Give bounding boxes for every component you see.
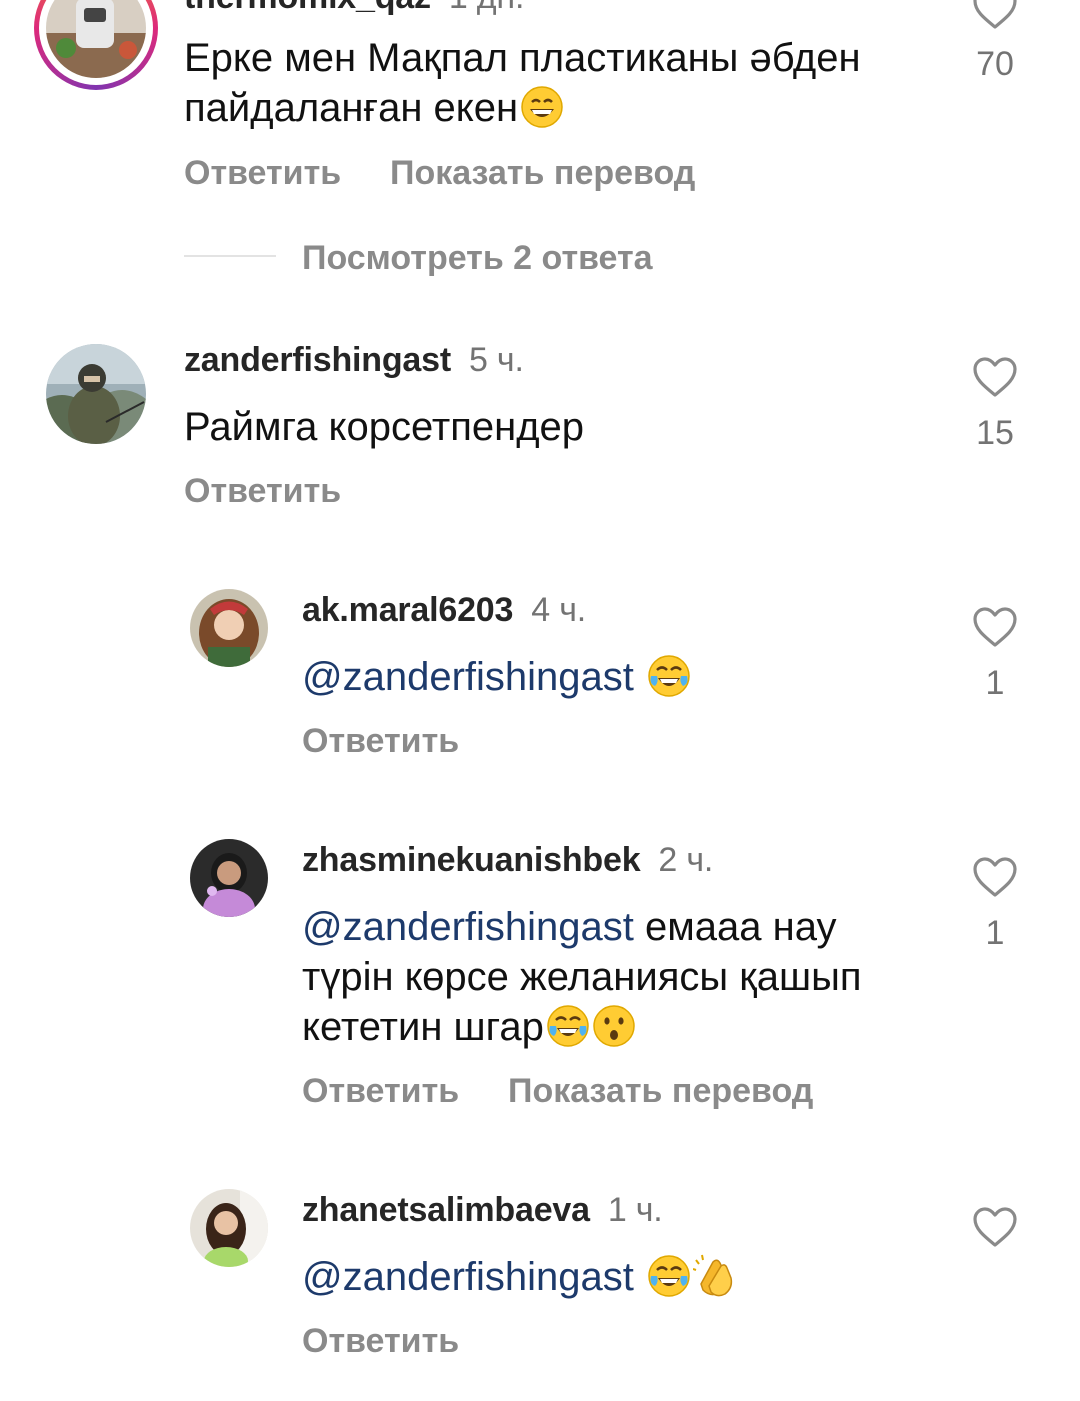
grinning-face-emoji: [521, 86, 563, 128]
like-heart-icon[interactable]: [972, 856, 1018, 898]
reply-button[interactable]: Ответить: [302, 1322, 459, 1361]
show-translation-button[interactable]: Показать перевод: [508, 1072, 813, 1111]
comment-username[interactable]: zanderfishingast 5 ч.: [184, 341, 524, 380]
comment-username[interactable]: ak.maral6203 4 ч.: [302, 591, 586, 630]
replies-divider: [184, 255, 276, 257]
comment-time: 4 ч.: [531, 591, 586, 629]
mention-link[interactable]: @zanderfishingast: [302, 905, 634, 949]
face-with-tears-of-joy-emoji: [648, 655, 690, 697]
view-replies-button[interactable]: Посмотреть 2 ответа: [302, 239, 653, 278]
comment-text: Ерке мен Мақпал пластиканы әбден пайдала…: [184, 36, 861, 130]
avatar[interactable]: [190, 1189, 268, 1267]
comment-time: 1 ч.: [607, 1191, 663, 1229]
comment-text: @zanderfishingast: [302, 1252, 737, 1302]
comment-text: @zanderfishingast емааа нау түрін көрсе …: [302, 905, 862, 1049]
avatar[interactable]: [190, 839, 268, 917]
clapping-hands-emoji: [693, 1254, 733, 1297]
face-with-tears-of-joy-emoji: [547, 1005, 589, 1047]
like-heart-icon[interactable]: [972, 606, 1018, 648]
avatar[interactable]: [46, 344, 146, 444]
hushed-face-emoji: [593, 1005, 635, 1047]
face-with-tears-of-joy-emoji: [648, 1255, 690, 1297]
mention-link[interactable]: @zanderfishingast: [302, 655, 634, 699]
like-count: 1: [985, 914, 1005, 952]
reply-button[interactable]: Ответить: [184, 154, 341, 193]
reply-button[interactable]: Ответить: [302, 722, 459, 761]
like-count: 15: [976, 414, 1014, 452]
show-translation-button[interactable]: Показать перевод: [390, 154, 695, 193]
comment-username[interactable]: zhasminekuanishbek 2 ч.: [302, 841, 713, 880]
comment-username[interactable]: zhanetsalimbaeva 1 ч.: [302, 1191, 663, 1230]
like-heart-icon[interactable]: [972, 0, 1018, 30]
like-heart-icon[interactable]: [972, 356, 1018, 398]
comment-time: 5 ч.: [468, 341, 524, 379]
comment-text: Раймга корсетпендер: [184, 405, 585, 449]
like-heart-icon[interactable]: [972, 1206, 1018, 1248]
comment-text: @zanderfishingast: [302, 652, 691, 702]
comment-time: 2 ч.: [658, 841, 714, 879]
reply-button[interactable]: Ответить: [184, 472, 341, 511]
avatar[interactable]: [190, 589, 268, 667]
like-count: 1: [985, 664, 1005, 702]
comment-time: 1 дн.: [449, 0, 524, 16]
like-count: 70: [976, 45, 1014, 83]
mention-link[interactable]: @zanderfishingast: [302, 1255, 634, 1299]
comment-username[interactable]: thermomix_qaz1 дн.: [184, 0, 524, 17]
reply-button[interactable]: Ответить: [302, 1072, 459, 1111]
